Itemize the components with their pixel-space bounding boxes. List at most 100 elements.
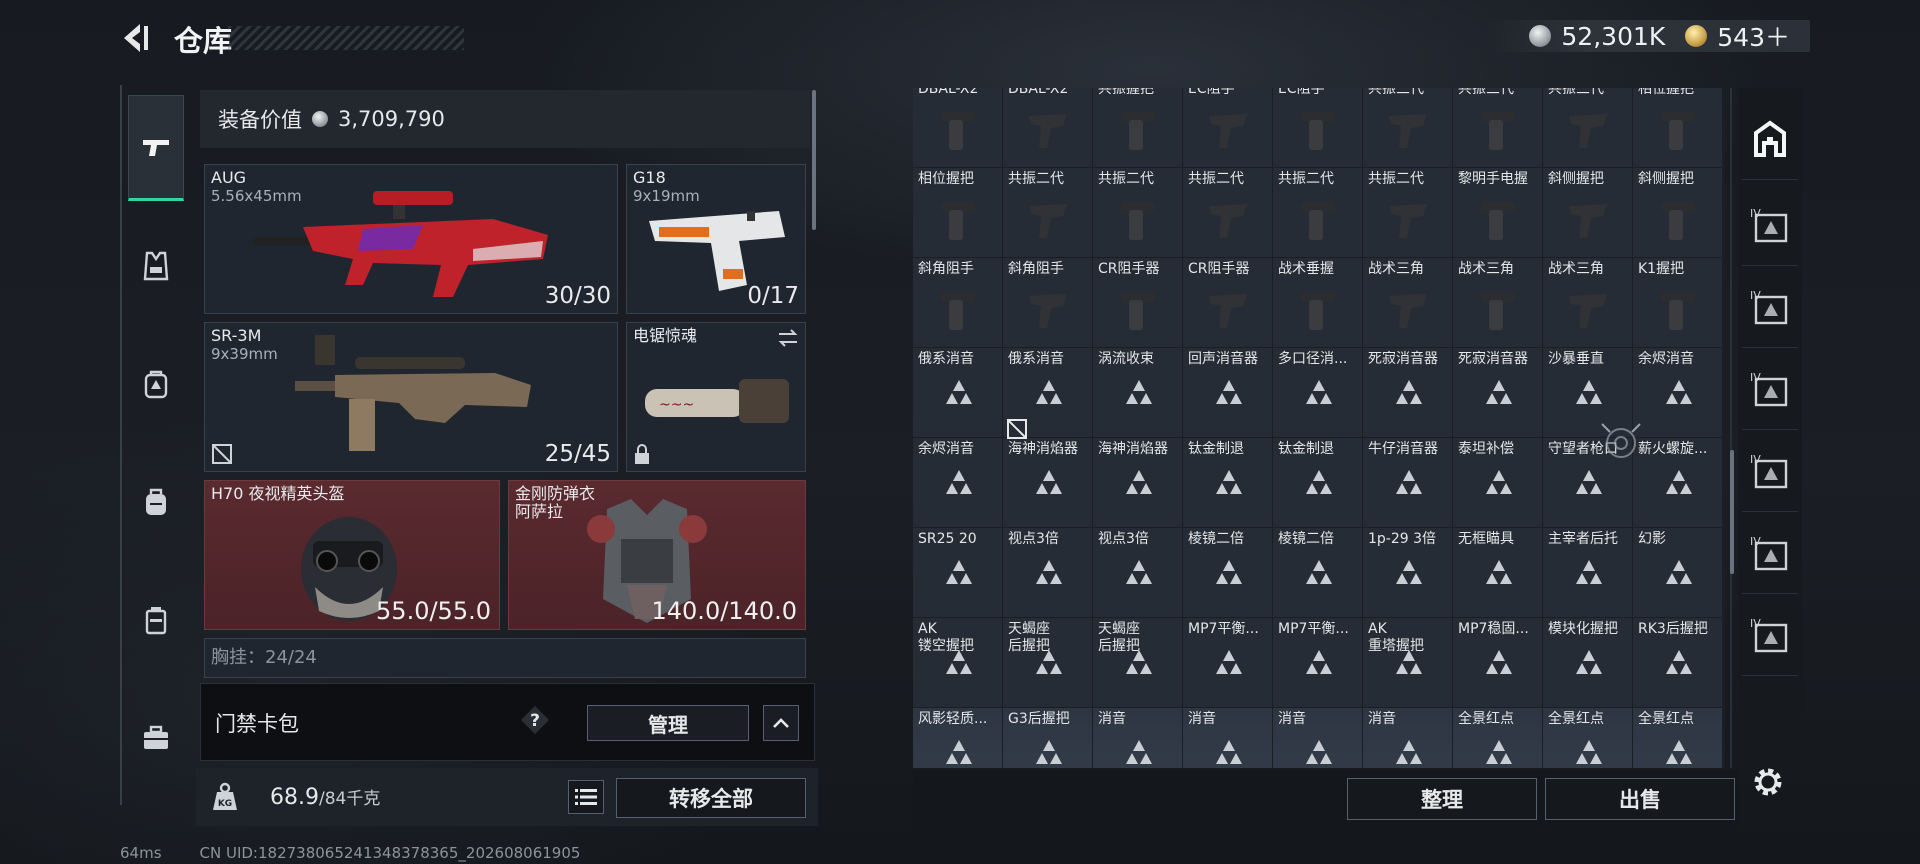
melee-slot[interactable]: 电锯惊魂 ~~~ (626, 322, 806, 472)
stash-item-cell[interactable]: EC阻手 (1183, 88, 1273, 168)
stash-item-cell[interactable]: 斜侧握把 (1543, 168, 1633, 258)
stash-item-cell[interactable]: MP7平衡... (1183, 618, 1273, 708)
secondary-weapon-slot[interactable]: SR-3M 9x39mm 25/45 (204, 322, 618, 472)
stash-item-cell[interactable]: 多口径消... (1273, 348, 1363, 438)
stash-item-cell[interactable]: 俄系消音 (913, 348, 1003, 438)
stash-item-cell[interactable]: 1p-29 3倍 (1363, 528, 1453, 618)
gold-currency-value[interactable]: 543＋ (1717, 18, 1790, 54)
stash-item-cell[interactable]: 无框瞄具 (1453, 528, 1543, 618)
stash-item-cell[interactable]: MP7平衡... (1273, 618, 1363, 708)
stash-item-cell[interactable]: DBAL-X2 (913, 88, 1003, 168)
chest-rig-slot[interactable]: 胸挂：24/24 (204, 638, 806, 678)
stash-item-cell[interactable]: G3后握把 (1003, 708, 1093, 768)
stash-item-cell[interactable]: 共振握把 (1093, 88, 1183, 168)
stash-item-cell[interactable]: 共振二代 (1273, 168, 1363, 258)
stash-item-cell[interactable]: 共振二代 (1183, 168, 1273, 258)
stash-item-cell[interactable]: 海神消焰器 (1093, 438, 1183, 528)
stash-item-cell[interactable]: 死寂消音器 (1363, 348, 1453, 438)
stash-item-cell[interactable]: 消音 (1183, 708, 1273, 768)
stash-item-cell[interactable]: 视点3倍 (1003, 528, 1093, 618)
stash-item-cell[interactable]: 余烬消音 (913, 438, 1003, 528)
equipment-scrollbar[interactable] (812, 90, 816, 230)
gear-icon[interactable] (1748, 762, 1788, 802)
stash-item-cell[interactable]: 斜角阻手 (913, 258, 1003, 348)
stash-page-tab[interactable]: IV (1742, 430, 1798, 512)
stash-scrollbar[interactable] (1730, 450, 1734, 574)
stash-item-cell[interactable]: DBAL-X2 (1003, 88, 1093, 168)
stash-item-cell[interactable]: 黎明手电握 (1453, 168, 1543, 258)
stash-item-cell[interactable]: 相位握把 (1633, 88, 1723, 168)
tab-case[interactable] (128, 567, 184, 673)
list-view-button[interactable] (568, 780, 604, 814)
stash-item-cell[interactable]: 斜角阻手 (1003, 258, 1093, 348)
sort-button[interactable]: 整理 (1347, 778, 1537, 820)
stash-item-cell[interactable]: 战术三角 (1453, 258, 1543, 348)
stash-item-cell[interactable]: RK3后握把 (1633, 618, 1723, 708)
stash-item-cell[interactable]: 全景红点 (1543, 708, 1633, 768)
stash-item-cell[interactable]: MP7稳固... (1453, 618, 1543, 708)
tab-weapons[interactable] (128, 95, 184, 201)
stash-item-cell[interactable]: 全景红点 (1633, 708, 1723, 768)
stash-item-cell[interactable]: 战术三角 (1363, 258, 1453, 348)
stash-item-cell[interactable]: 战术三角 (1543, 258, 1633, 348)
tab-toolbox[interactable] (128, 685, 184, 791)
stash-item-cell[interactable]: EC阻手 (1273, 88, 1363, 168)
stash-item-cell[interactable]: 共振三代 (1543, 88, 1633, 168)
stash-item-cell[interactable]: CR阻手器 (1183, 258, 1273, 348)
stash-item-cell[interactable]: 薪火螺旋... (1633, 438, 1723, 528)
stash-item-cell[interactable]: 牛仔消音器 (1363, 438, 1453, 528)
stash-item-cell[interactable]: 斜侧握把 (1633, 168, 1723, 258)
armor-slot[interactable]: 金刚防弹衣 阿萨拉 140.0/140.0 (508, 480, 806, 630)
stash-page-tab[interactable]: IV (1742, 266, 1798, 348)
stash-item-cell[interactable]: SR25 20 (913, 528, 1003, 618)
stash-item-cell[interactable]: 棱镜二倍 (1183, 528, 1273, 618)
stash-item-cell[interactable]: 模块化握把 (1543, 618, 1633, 708)
stash-item-cell[interactable]: 相位握把 (913, 168, 1003, 258)
stash-item-cell[interactable]: 共振三代 (1363, 88, 1453, 168)
stash-item-cell[interactable]: 战术垂握 (1273, 258, 1363, 348)
stash-item-cell[interactable]: AK 重塔握把 (1363, 618, 1453, 708)
stash-item-cell[interactable]: 天蝎座 后握把 (1003, 618, 1093, 708)
helmet-slot[interactable]: H70 夜视精英头盔 55.0/55.0 (204, 480, 500, 630)
stash-page-tab[interactable]: IV (1742, 512, 1798, 594)
stash-page-tab[interactable] (1742, 98, 1798, 180)
stash-item-cell[interactable]: AK 镂空握把 (913, 618, 1003, 708)
stash-item-cell[interactable]: 海神消焰器 (1003, 438, 1093, 528)
stash-item-cell[interactable]: 消音 (1363, 708, 1453, 768)
stash-item-cell[interactable]: 风影轻质... (913, 708, 1003, 768)
tab-backpack[interactable] (128, 449, 184, 555)
manage-button[interactable]: 管理 (587, 705, 749, 741)
stash-item-cell[interactable]: 共振三代 (1453, 88, 1543, 168)
stash-item-cell[interactable]: CR阻手器 (1093, 258, 1183, 348)
stash-item-cell[interactable]: K1握把 (1633, 258, 1723, 348)
stash-item-cell[interactable]: 回声消音器 (1183, 348, 1273, 438)
stash-item-cell[interactable]: 视点3倍 (1093, 528, 1183, 618)
stash-item-cell[interactable]: 消音 (1273, 708, 1363, 768)
help-icon[interactable]: ? (519, 704, 551, 736)
stash-item-cell[interactable]: 死寂消音器 (1453, 348, 1543, 438)
stash-item-cell[interactable]: 钛金制退 (1183, 438, 1273, 528)
stash-page-tab[interactable]: IV (1742, 184, 1798, 266)
primary-weapon-slot[interactable]: AUG 5.56x45mm 30/30 (204, 164, 618, 314)
back-arrow-icon[interactable] (118, 20, 154, 56)
stash-item-cell[interactable]: 共振二代 (1003, 168, 1093, 258)
tab-backpack-lock[interactable] (128, 331, 184, 437)
stash-item-cell[interactable]: 棱镜二倍 (1273, 528, 1363, 618)
stash-item-cell[interactable]: 消音 (1093, 708, 1183, 768)
stash-item-cell[interactable]: 天蝎座 后握把 (1093, 618, 1183, 708)
transfer-all-button[interactable]: 转移全部 (616, 778, 806, 818)
stash-item-cell[interactable]: 共振二代 (1093, 168, 1183, 258)
tab-armor[interactable] (128, 213, 184, 319)
stash-item-cell[interactable]: 钛金制退 (1273, 438, 1363, 528)
stash-item-cell[interactable]: 幻影 (1633, 528, 1723, 618)
stash-item-cell[interactable]: 主宰者后托 (1543, 528, 1633, 618)
swap-icon[interactable] (777, 329, 799, 347)
sell-button[interactable]: 出售 (1545, 778, 1735, 820)
stash-page-tab[interactable]: IV (1742, 594, 1798, 676)
stash-item-cell[interactable]: 涡流收束 (1093, 348, 1183, 438)
stash-item-cell[interactable]: 余烬消音 (1633, 348, 1723, 438)
stash-item-cell[interactable]: 共振二代 (1363, 168, 1453, 258)
stash-item-cell[interactable]: 全景红点 (1453, 708, 1543, 768)
collapse-button[interactable] (763, 705, 799, 741)
stash-item-cell[interactable]: 泰坦补偿 (1453, 438, 1543, 528)
